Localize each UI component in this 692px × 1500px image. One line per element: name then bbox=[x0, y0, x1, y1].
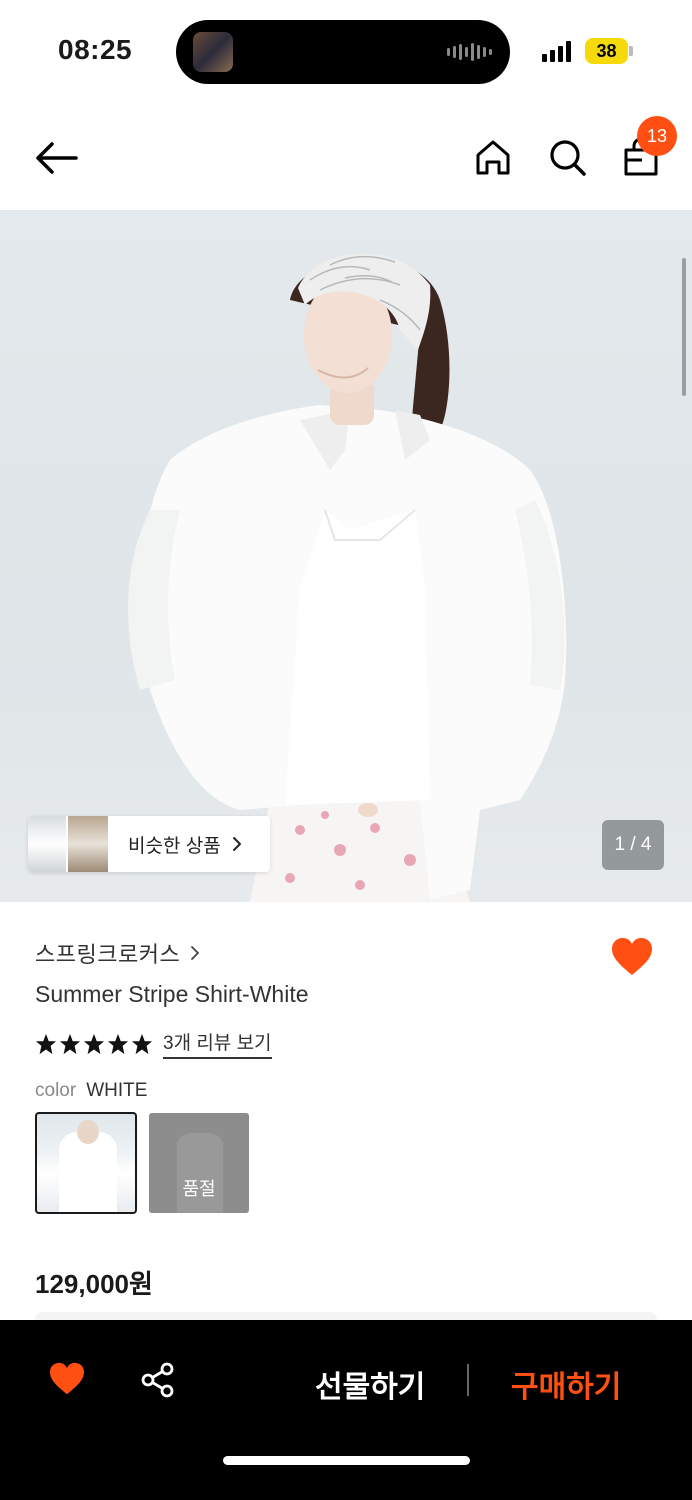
bottom-action-bar: 선물하기 구매하기 bbox=[0, 1320, 692, 1500]
status-time: 08:25 bbox=[58, 34, 133, 65]
similar-products-label: 비슷한 상품 bbox=[128, 835, 221, 857]
color-value: WHITE bbox=[86, 1080, 148, 1101]
star-icon bbox=[35, 1033, 57, 1054]
color-label: color bbox=[35, 1080, 77, 1101]
cart-count-badge[interactable]: 13 bbox=[637, 116, 677, 156]
heart-icon[interactable] bbox=[610, 937, 654, 977]
rating-row: 3개 리뷰 보기 bbox=[35, 1028, 272, 1059]
swatch-figure-head bbox=[77, 1120, 99, 1144]
cellular-signal-icon bbox=[542, 40, 571, 62]
arrow-left-icon[interactable] bbox=[32, 138, 80, 178]
now-playing-thumbnail bbox=[193, 32, 233, 72]
share-icon[interactable] bbox=[140, 1362, 176, 1398]
chevron-right-icon bbox=[232, 837, 241, 851]
gift-button[interactable]: 선물하기 bbox=[315, 1362, 425, 1406]
color-swatch-soldout[interactable]: 품절 bbox=[149, 1113, 249, 1213]
product-price: 129,000원 bbox=[35, 1269, 153, 1299]
status-bar: 08:25 38 bbox=[0, 0, 692, 100]
similar-products-thumbnails bbox=[28, 816, 108, 872]
color-swatch-white[interactable] bbox=[35, 1112, 137, 1214]
color-row: color WHITE bbox=[35, 1080, 147, 1102]
star-icon bbox=[107, 1033, 129, 1054]
soldout-label: 품절 bbox=[182, 1179, 216, 1199]
brand-name: 스프링크로커스 bbox=[35, 942, 181, 967]
similar-products-button[interactable]: 비슷한 상품 bbox=[28, 816, 270, 872]
brand-link[interactable]: 스프링크로커스 bbox=[35, 937, 200, 969]
image-page-counter: 1 / 4 bbox=[602, 820, 664, 870]
search-icon[interactable] bbox=[546, 136, 588, 178]
heart-icon[interactable] bbox=[48, 1362, 86, 1396]
home-indicator[interactable] bbox=[223, 1456, 470, 1465]
similar-thumbnail bbox=[68, 816, 108, 872]
top-nav bbox=[0, 100, 692, 210]
chevron-right-icon bbox=[191, 946, 200, 960]
scroll-indicator[interactable] bbox=[682, 258, 686, 396]
divider bbox=[467, 1364, 469, 1396]
home-icon[interactable] bbox=[472, 136, 514, 178]
reviews-link[interactable]: 3개 리뷰 보기 bbox=[163, 1028, 272, 1059]
buy-button[interactable]: 구매하기 bbox=[511, 1362, 621, 1406]
star-icon bbox=[131, 1033, 153, 1054]
audio-waveform-icon bbox=[447, 42, 492, 62]
star-icon bbox=[83, 1033, 105, 1054]
rating-stars bbox=[35, 1033, 153, 1055]
product-image-gallery[interactable]: 비슷한 상품 1 / 4 bbox=[0, 210, 692, 902]
battery-icon: 38 bbox=[585, 38, 628, 64]
battery-cap bbox=[629, 46, 633, 56]
similar-thumbnail bbox=[28, 816, 68, 872]
product-title: Summer Stripe Shirt-White bbox=[35, 981, 309, 1007]
star-icon bbox=[59, 1033, 81, 1054]
swatch-figure bbox=[59, 1132, 117, 1212]
dynamic-island[interactable] bbox=[176, 20, 510, 84]
product-photo bbox=[128, 253, 567, 902]
